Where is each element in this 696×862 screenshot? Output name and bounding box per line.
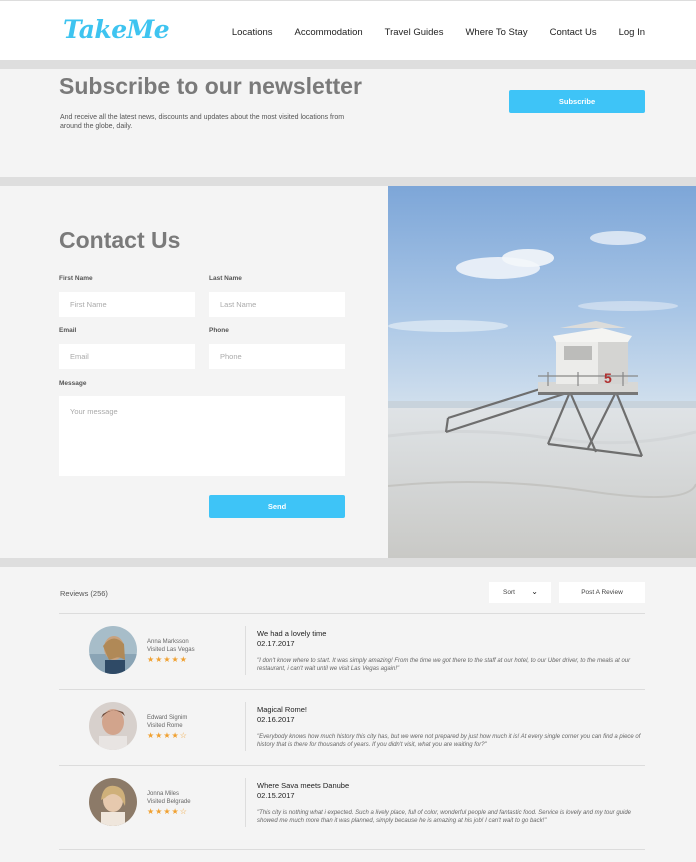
- star-rating: ★★★★☆: [147, 731, 188, 740]
- nav-accommodation[interactable]: Accommodation: [295, 27, 363, 38]
- send-button[interactable]: Send: [209, 495, 345, 518]
- review-title: We had a lovely time: [257, 629, 327, 638]
- phone-label: Phone: [209, 327, 229, 334]
- review-separator: [245, 626, 246, 675]
- tower-number: 5: [604, 370, 612, 386]
- reviewer-name: Jonna Miles Visited Belgrade: [147, 791, 191, 805]
- newsletter-title: Subscribe to our newsletter: [59, 73, 362, 99]
- last-name-field[interactable]: Last Name: [209, 292, 345, 317]
- review-text: "This city is nothing what i expected. S…: [257, 810, 631, 824]
- reviewer-name: Anna Marksson Visited Las Vegas: [147, 639, 195, 653]
- avatar: [89, 702, 137, 750]
- email-label: Email: [59, 327, 77, 334]
- review-title: Magical Rome!: [257, 705, 308, 714]
- reviews-section: Reviews (256) Sort ⌄ Post A Review Anna …: [0, 567, 696, 862]
- nav-where-to-stay[interactable]: Where To Stay: [465, 27, 527, 38]
- review-title: Where Sava meets Danube: [257, 781, 350, 790]
- email-field[interactable]: Email: [59, 344, 195, 369]
- avatar: [89, 778, 137, 826]
- review-separator: [245, 702, 246, 751]
- review-separator: [245, 778, 246, 827]
- sort-dropdown[interactable]: Sort ⌄: [489, 582, 551, 603]
- review-text: "Everybody knows how much history this c…: [257, 734, 641, 748]
- logo[interactable]: TakeMe: [63, 15, 170, 44]
- divider-band: [0, 177, 696, 186]
- sort-label: Sort: [503, 589, 515, 596]
- review-date: 02.17.2017: [257, 639, 295, 648]
- review-item: Anna Marksson Visited Las Vegas ★★★★★ We…: [59, 613, 645, 689]
- avatar: [89, 626, 137, 674]
- review-date: 02.15.2017: [257, 791, 295, 800]
- review-item: Jonna Miles Visited Belgrade ★★★★☆ Where…: [59, 765, 645, 841]
- review-date: 02.16.2017: [257, 715, 295, 724]
- subscribe-button[interactable]: Subscribe: [509, 90, 645, 113]
- phone-field[interactable]: Phone: [209, 344, 345, 369]
- beach-lifeguard-image: 5: [388, 186, 696, 558]
- divider-band: [0, 558, 696, 567]
- reviewer-name: Edward Signim Visited Rome: [147, 715, 188, 729]
- newsletter-section: Subscribe to our newsletter And receive …: [0, 69, 696, 177]
- divider-band: [0, 60, 696, 69]
- newsletter-description: And receive all the latest news, discoun…: [60, 114, 345, 130]
- review-item: Edward Signim Visited Rome ★★★★☆ Magical…: [59, 689, 645, 765]
- post-review-button[interactable]: Post A Review: [559, 582, 645, 603]
- star-rating: ★★★★☆: [147, 807, 188, 816]
- chevron-down-icon: ⌄: [531, 587, 538, 596]
- reviews-divider: [59, 849, 645, 850]
- site-header: TakeMe Locations Accommodation Travel Gu…: [0, 0, 696, 60]
- main-nav: Locations Accommodation Travel Guides Wh…: [232, 27, 645, 38]
- nav-locations[interactable]: Locations: [232, 27, 273, 38]
- message-label: Message: [59, 380, 87, 387]
- review-text: "I don't know where to start. It was sim…: [257, 658, 631, 672]
- last-name-label: Last Name: [209, 275, 242, 282]
- message-field[interactable]: Your message: [59, 396, 345, 476]
- first-name-field[interactable]: First Name: [59, 292, 195, 317]
- contact-section: Contact Us First Name First Name Last Na…: [0, 186, 388, 558]
- contact-title: Contact Us: [59, 227, 181, 253]
- star-rating: ★★★★★: [147, 655, 188, 664]
- reviews-count: Reviews (256): [60, 589, 108, 598]
- nav-contact-us[interactable]: Contact Us: [550, 27, 597, 38]
- nav-travel-guides[interactable]: Travel Guides: [385, 27, 444, 38]
- first-name-label: First Name: [59, 275, 93, 282]
- nav-log-in[interactable]: Log In: [619, 27, 645, 38]
